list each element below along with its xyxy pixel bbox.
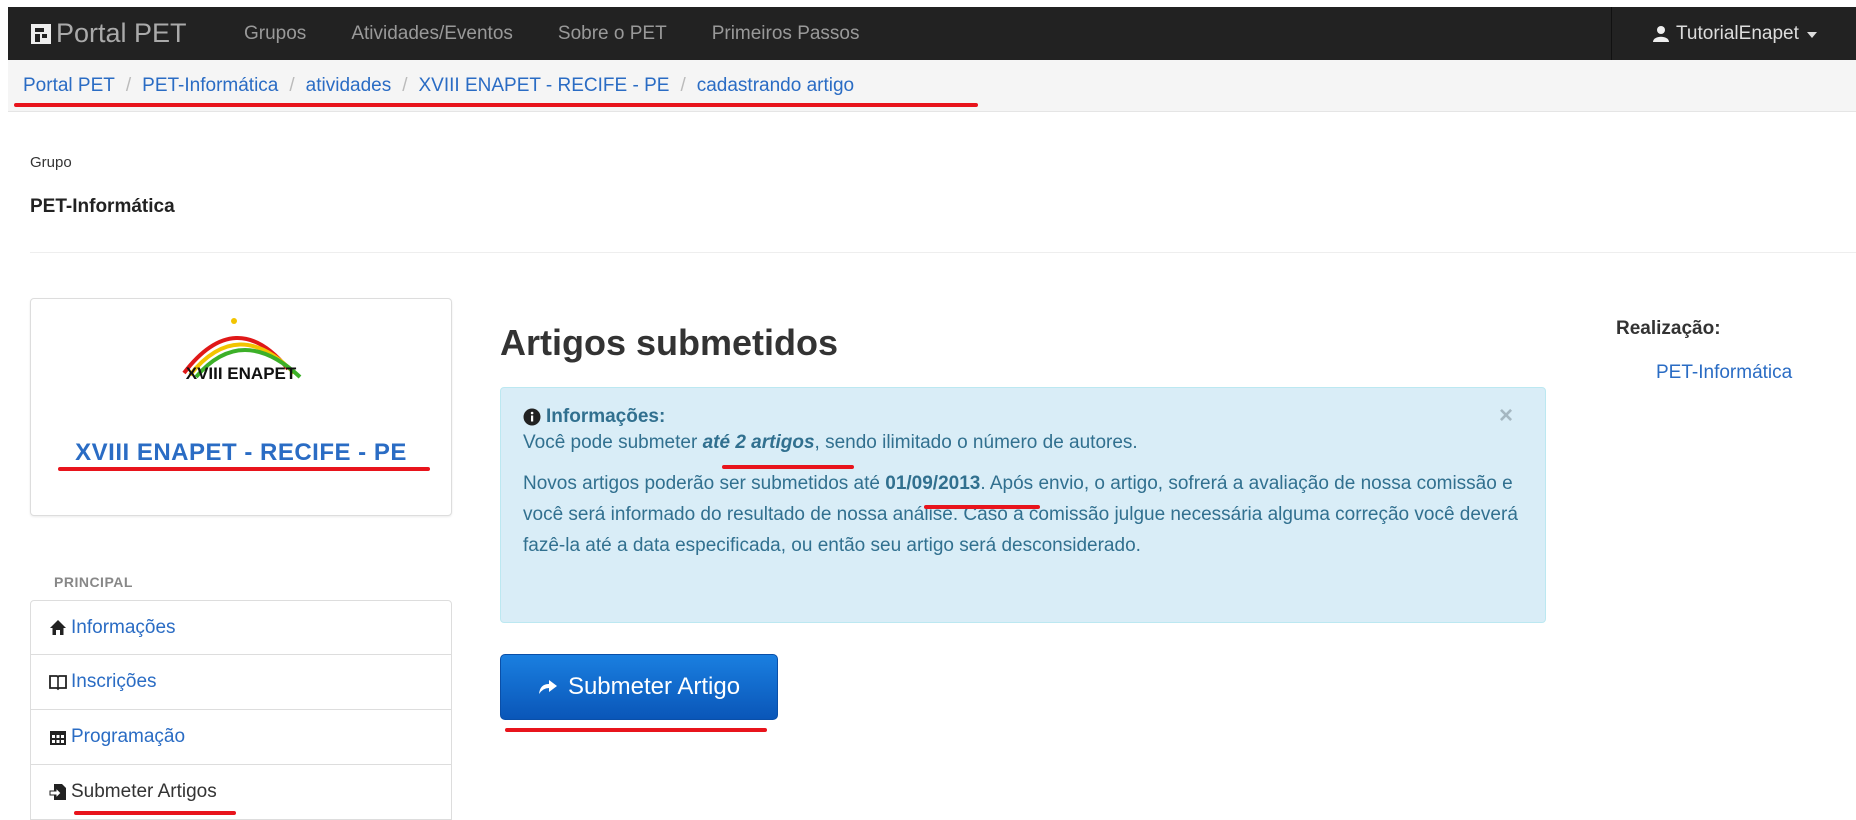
sidebar-item-inscricoes[interactable]: Inscrições (30, 655, 452, 710)
breadcrumb-separator: / (402, 74, 408, 96)
svg-text:XVIII ENAPET: XVIII ENAPET (186, 364, 297, 383)
alert-paragraph-2: Novos artigos poderão ser submetidos até… (523, 468, 1523, 561)
sidebar-section-title: PRINCIPAL (54, 574, 133, 590)
caret-down-icon (1806, 31, 1817, 38)
group-label: Grupo (30, 154, 72, 171)
info-circle-icon (523, 408, 541, 426)
nav-primeiros-passos[interactable]: Primeiros Passos (712, 23, 860, 45)
breadcrumb-pet-informatica[interactable]: PET-Informática (142, 75, 278, 97)
alert-line-1: Você pode submeter até 2 artigos, sendo … (523, 430, 1523, 456)
annotation-underline (722, 465, 854, 469)
sidebar-item-label: Programação (71, 726, 186, 747)
sidebar-item-label: Submeter Artigos (71, 781, 217, 802)
brand-link[interactable]: Portal PET (30, 7, 187, 60)
file-submit-icon (49, 784, 66, 800)
annotation-underline (58, 467, 430, 471)
breadcrumb-separator: / (680, 74, 686, 96)
nav-grupos[interactable]: Grupos (244, 23, 306, 45)
top-navbar: Portal PET Grupos Atividades/Eventos Sob… (0, 0, 1856, 60)
calendar-icon (50, 731, 66, 745)
page-title: Artigos submetidos (500, 322, 839, 363)
group-name: PET-Informática (30, 196, 175, 217)
nav-sobre-o-pet[interactable]: Sobre o PET (558, 23, 667, 45)
sidebar-menu: Informações Inscrições Programação Subme… (30, 600, 452, 820)
annotation-underline (924, 505, 1040, 509)
user-name: TutorialEnapet (1676, 22, 1799, 44)
event-card: XVIII ENAPET XVIII ENAPET - RECIFE - PE (30, 298, 452, 516)
breadcrumb-portal-pet[interactable]: Portal PET (23, 75, 115, 97)
sidebar-item-informacoes[interactable]: Informações (30, 600, 452, 655)
submit-article-label: Submeter Artigo (567, 673, 741, 700)
home-icon (50, 619, 66, 635)
divider (30, 252, 1856, 253)
submit-article-button[interactable]: Submeter Artigo (500, 654, 778, 720)
sidebar-item-label: Inscrições (71, 671, 157, 692)
event-title[interactable]: XVIII ENAPET - RECIFE - PE (31, 439, 451, 467)
breadcrumb-current[interactable]: cadastrando artigo (697, 75, 854, 97)
alert-heading-text: Informações: (546, 406, 666, 427)
book-icon (49, 675, 67, 691)
article-limit: até 2 artigos (702, 432, 815, 453)
close-icon[interactable]: × (1499, 400, 1513, 431)
pet-logo-icon (30, 22, 52, 46)
sidebar-item-label: Informações (71, 616, 176, 638)
user-menu[interactable]: TutorialEnapet (1611, 7, 1856, 60)
breadcrumb-event[interactable]: XVIII ENAPET - RECIFE - PE (419, 75, 670, 97)
main-nav: Grupos Atividades/Eventos Sobre o PET Pr… (244, 7, 905, 60)
event-logo: XVIII ENAPET (166, 311, 316, 391)
alert-heading: Informações: (523, 404, 1523, 430)
sidebar-item-programacao[interactable]: Programação (30, 710, 452, 765)
alert-text: Novos artigos poderão ser submetidos até (523, 473, 886, 494)
alert-text: Você pode submeter (523, 432, 703, 453)
breadcrumb-separator: / (125, 74, 132, 96)
alert-text: , sendo ilimitado o número de autores. (814, 432, 1138, 453)
annotation-underline (505, 728, 767, 732)
navbar-inner: Portal PET Grupos Atividades/Eventos Sob… (8, 7, 1856, 60)
realizacao-link[interactable]: PET-Informática (1656, 362, 1792, 384)
annotation-underline (74, 811, 236, 815)
breadcrumb-atividades[interactable]: atividades (306, 75, 392, 97)
realizacao-label: Realização: (1616, 318, 1721, 339)
nav-atividades-eventos[interactable]: Atividades/Eventos (351, 23, 513, 45)
annotation-underline (14, 103, 978, 107)
deadline-date: 01/09/2013 (885, 473, 981, 494)
share-arrow-icon (538, 680, 557, 694)
breadcrumb-separator: / (289, 74, 295, 96)
brand-label: Portal PET (56, 18, 187, 48)
user-icon (1653, 25, 1669, 42)
